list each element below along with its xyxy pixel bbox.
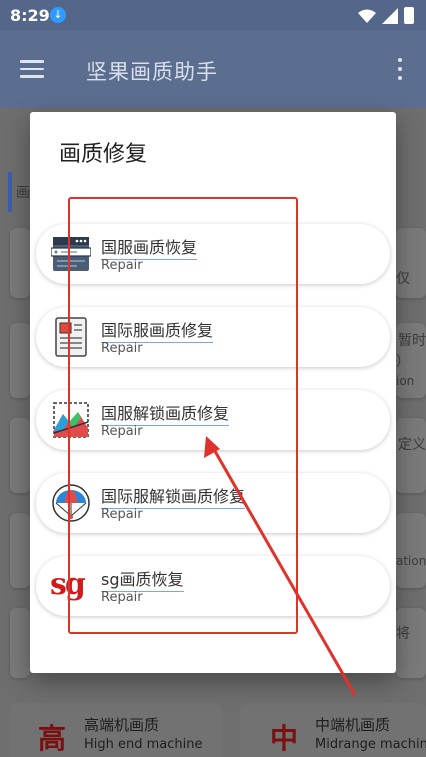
bg-card-left-1	[10, 228, 30, 298]
more-options-icon[interactable]	[398, 58, 404, 80]
sg-logo-icon: sg	[50, 567, 86, 602]
option-label: sg画质恢复	[101, 566, 184, 592]
bg-card-left-3	[10, 418, 30, 493]
app-title: 坚果画质助手	[86, 60, 218, 84]
status-time: 8:29	[10, 6, 50, 25]
option-label: 国服画质恢复	[101, 234, 198, 260]
option-intl-unlock-repair[interactable]: 国际服解锁画质修复 Repair	[36, 473, 390, 533]
option-label: 国际服解锁画质修复	[101, 483, 246, 509]
status-icons	[358, 7, 414, 24]
option-sg-restore[interactable]: sg sg画质恢复 Repair	[36, 556, 390, 616]
option-cn-restore[interactable]: 国服画质恢复 Repair	[36, 224, 390, 284]
midrange-subtitle: Midrange machin	[315, 737, 426, 752]
midrange-glyph: 中	[270, 722, 299, 755]
option-label: 国服解锁画质修复	[101, 400, 230, 426]
bg-text-right-2: 暂时	[398, 333, 426, 349]
battery-icon	[404, 7, 414, 24]
option-sub: Repair	[101, 590, 143, 605]
bg-card-right-3	[396, 418, 426, 493]
dialog-title: 画质修复	[59, 142, 148, 167]
bg-text-right-4: ion	[396, 374, 415, 388]
option-sub: Repair	[101, 424, 143, 439]
high-end-card[interactable]: 高 高端机画质 High end machine	[10, 703, 222, 757]
high-end-subtitle: High end machine	[84, 737, 203, 752]
option-cn-unlock-repair[interactable]: 国服解锁画质修复 Repair	[36, 390, 390, 450]
option-sub: Repair	[101, 258, 143, 273]
high-end-title: 高端机画质	[84, 716, 160, 734]
bg-card-left-4	[10, 513, 30, 588]
section-label: 画	[16, 185, 30, 201]
bg-text-right-5: 定义	[398, 437, 426, 453]
signal-icon	[382, 7, 398, 24]
app-bar: 坚果画质助手	[0, 30, 426, 108]
status-bar: 8:29 ↓	[0, 0, 426, 30]
bg-card-right-5	[396, 608, 426, 678]
parachute-icon	[52, 484, 90, 522]
bg-card-left-5	[10, 608, 30, 678]
high-end-glyph: 高	[38, 722, 67, 755]
bg-text-right-3: ）	[396, 354, 410, 370]
download-icon: ↓	[50, 7, 66, 23]
bg-text-right-6: ation	[396, 554, 426, 568]
midrange-title: 中端机画质	[315, 716, 391, 734]
midrange-card[interactable]: 中 中端机画质 Midrange machin	[240, 703, 426, 757]
repair-dialog: 画质修复 国服画质恢复 Repair 国际服画质修复 Repair 国服解锁画质…	[30, 112, 396, 673]
bg-card-right-4	[396, 513, 426, 588]
wifi-icon	[358, 9, 376, 23]
bg-text-right-7: 将	[396, 626, 410, 642]
option-sub: Repair	[101, 341, 143, 356]
bg-text-right-1: 仅	[396, 271, 410, 287]
picture-icon	[53, 402, 89, 438]
browser-window-icon	[51, 237, 91, 271]
option-intl-repair[interactable]: 国际服画质修复 Repair	[36, 307, 390, 367]
option-sub: Repair	[101, 507, 143, 522]
menu-icon[interactable]	[20, 60, 44, 78]
option-label: 国际服画质修复	[101, 317, 214, 343]
document-icon	[55, 317, 87, 357]
section-indicator	[8, 172, 12, 212]
bg-card-left-2	[10, 323, 30, 398]
